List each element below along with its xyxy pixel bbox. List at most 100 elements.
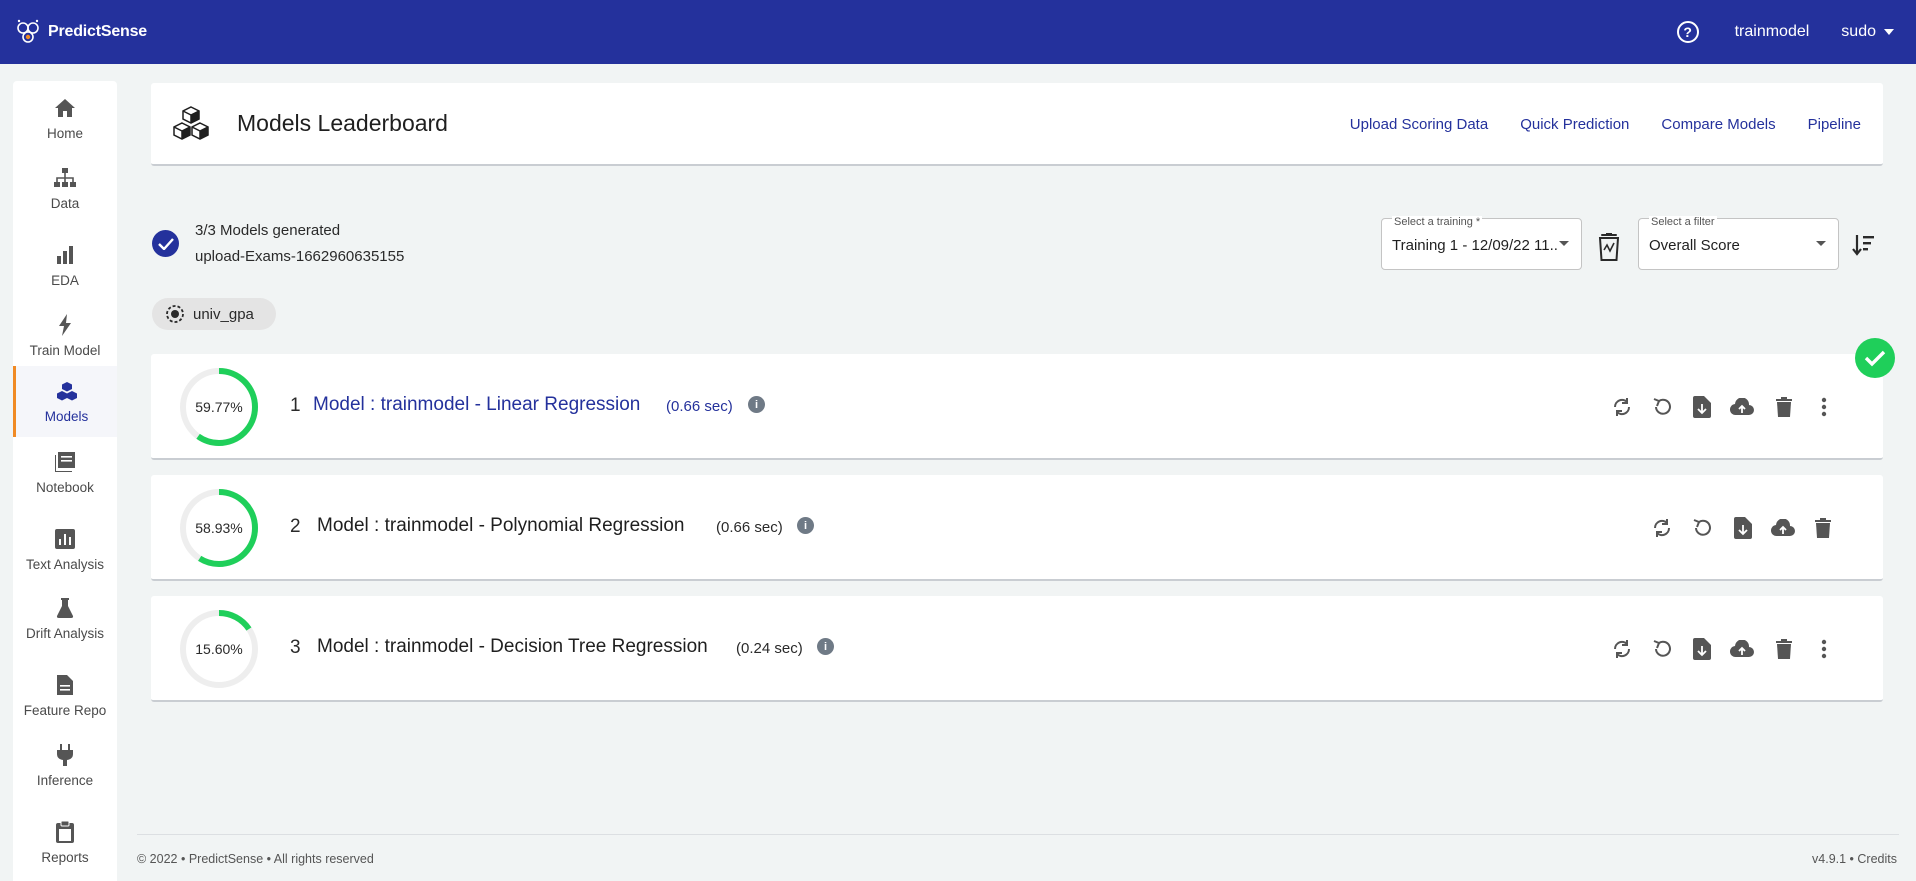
target-chip-label: univ_gpa <box>193 305 254 323</box>
clipboard-icon <box>53 820 77 844</box>
current-user[interactable]: trainmodel <box>1735 23 1810 41</box>
retrain-icon[interactable] <box>1650 395 1674 419</box>
more-vert-icon[interactable] <box>1812 637 1836 661</box>
sidebar-item-label: Train Model <box>29 342 101 358</box>
quick-prediction-link[interactable]: Quick Prediction <box>1520 116 1629 133</box>
filter-select-label: Select a filter <box>1649 216 1717 228</box>
delete-training-button[interactable] <box>1598 233 1622 261</box>
sidebar-item-feature-repo[interactable]: Feature Repo <box>13 661 117 729</box>
sidebar-item-label: Reports <box>41 849 89 865</box>
sidebar-item-label: Drift Analysis <box>25 625 105 641</box>
info-icon[interactable]: i <box>797 517 814 534</box>
sort-button[interactable] <box>1851 233 1875 257</box>
training-select-value: Training 1 - 12/09/22 11... <box>1392 237 1557 254</box>
chevron-down-icon[interactable] <box>1884 29 1894 35</box>
sidebar-item-eda[interactable]: EDA <box>13 231 117 299</box>
training-select-label: Select a training * <box>1392 216 1483 228</box>
predictsense-logo-icon <box>14 18 44 46</box>
analytics-icon <box>53 527 77 551</box>
chevron-down-icon <box>1559 241 1569 246</box>
footer-divider <box>137 834 1899 835</box>
sidebar-item-inference[interactable]: Inference <box>13 731 117 799</box>
model-name: Model : trainmodel - Decision Tree Regre… <box>317 636 708 657</box>
sync-icon[interactable] <box>1650 516 1674 540</box>
download-file-icon[interactable] <box>1690 637 1714 661</box>
cubes-icon <box>55 379 79 403</box>
trash-chart-icon <box>1598 233 1620 261</box>
download-file-icon[interactable] <box>1690 395 1714 419</box>
training-select[interactable]: Select a training * Training 1 - 12/09/2… <box>1381 216 1582 270</box>
file-icon <box>53 673 77 697</box>
cloud-upload-icon[interactable] <box>1730 395 1754 419</box>
compare-models-link[interactable]: Compare Models <box>1661 116 1775 133</box>
sidebar-item-label: EDA <box>51 272 79 288</box>
bolt-icon <box>53 313 77 337</box>
sidebar-item-label: Models <box>44 409 89 424</box>
models-generated-status: 3/3 Models generated <box>195 222 341 239</box>
filter-select-value: Overall Score <box>1649 237 1740 254</box>
sort-descending-icon <box>1852 235 1874 256</box>
sidebar-item-notebook[interactable]: Notebook <box>13 438 117 506</box>
sync-icon[interactable] <box>1610 637 1634 661</box>
sidebar-item-models[interactable]: Models <box>13 366 117 437</box>
sidebar-item-label: Inference <box>36 772 94 788</box>
dataset-name: upload-Exams-1662960635155 <box>195 248 405 265</box>
account-menu[interactable]: sudo <box>1841 23 1876 41</box>
sidebar-item-label: Data <box>50 195 80 211</box>
retrain-icon[interactable] <box>1690 516 1714 540</box>
sitemap-icon <box>53 166 77 190</box>
cloud-upload-icon[interactable] <box>1730 637 1754 661</box>
sync-icon[interactable] <box>1610 395 1634 419</box>
plug-icon <box>53 743 77 767</box>
sidebar-item-label: Text Analysis <box>25 556 105 572</box>
info-icon[interactable]: i <box>817 638 834 655</box>
app-logo[interactable]: PredictSense <box>14 18 147 46</box>
book-icon <box>53 450 77 474</box>
cloud-upload-icon[interactable] <box>1771 516 1795 540</box>
filter-select[interactable]: Select a filter Overall Score <box>1638 216 1839 270</box>
sidebar-item-reports[interactable]: Reports <box>13 808 117 876</box>
score-value: 59.77% <box>195 399 243 415</box>
sidebar-item-train-model[interactable]: Train Model <box>13 301 117 369</box>
model-rank: 2 <box>290 516 301 537</box>
target-icon <box>165 304 185 324</box>
sidebar-nav: Home Data EDA Train Model Models Noteboo… <box>13 81 117 881</box>
score-value: 58.93% <box>195 520 243 536</box>
sidebar-item-data[interactable]: Data <box>13 154 117 222</box>
sidebar-item-label: Home <box>46 125 83 141</box>
target-chip[interactable]: univ_gpa <box>152 298 276 330</box>
delete-icon[interactable] <box>1811 516 1835 540</box>
help-icon[interactable]: ? <box>1676 21 1699 43</box>
retrain-icon[interactable] <box>1650 637 1674 661</box>
sidebar-item-text-analysis[interactable]: Text Analysis <box>13 515 117 583</box>
sidebar-item-home[interactable]: Home <box>13 84 117 152</box>
delete-icon[interactable] <box>1772 395 1796 419</box>
pipeline-link[interactable]: Pipeline <box>1808 116 1861 133</box>
upload-scoring-data-link[interactable]: Upload Scoring Data <box>1350 116 1488 133</box>
more-vert-icon[interactable] <box>1812 395 1836 419</box>
sidebar-item-drift-analysis[interactable]: Drift Analysis <box>13 584 117 652</box>
info-icon[interactable]: i <box>748 396 765 413</box>
model-name: Model : trainmodel - Polynomial Regressi… <box>317 515 685 536</box>
home-icon <box>53 96 77 120</box>
cubes-icon <box>171 104 211 144</box>
check-circle-icon <box>152 230 179 257</box>
model-train-time: (0.66 sec) <box>666 398 733 415</box>
page-header: Models Leaderboard Upload Scoring Data Q… <box>151 83 1883 166</box>
download-file-icon[interactable] <box>1731 516 1755 540</box>
model-rank: 3 <box>290 637 301 658</box>
model-card[interactable]: 15.60% 3 Model : trainmodel - Decision T… <box>151 596 1883 702</box>
chevron-down-icon <box>1816 241 1826 246</box>
flask-icon <box>53 596 77 620</box>
footer-version[interactable]: v4.9.1 • Credits <box>1812 852 1897 866</box>
model-card[interactable]: 58.93% 2 Model : trainmodel - Polynomial… <box>151 475 1883 581</box>
delete-icon[interactable] <box>1772 637 1796 661</box>
sidebar-item-label: Notebook <box>36 479 94 495</box>
app-name: PredictSense <box>48 23 147 40</box>
model-card[interactable]: 59.77% 1 Model : trainmodel - Linear Reg… <box>151 354 1883 460</box>
best-model-check-icon <box>1855 338 1895 378</box>
sidebar-item-label: Feature Repo <box>23 702 107 718</box>
score-value: 15.60% <box>195 641 243 657</box>
model-train-time: (0.24 sec) <box>736 640 803 657</box>
model-name-link[interactable]: Model : trainmodel - Linear Regression <box>313 394 640 416</box>
